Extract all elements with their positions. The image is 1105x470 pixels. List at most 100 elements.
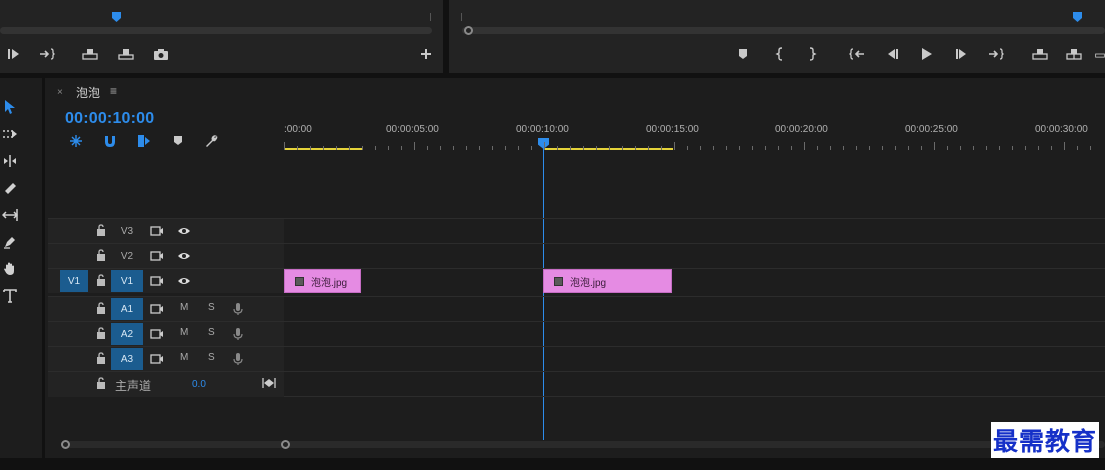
mute-button[interactable]: M (180, 302, 188, 313)
razor-tool-icon[interactable] (0, 177, 20, 199)
source-mini-ruler[interactable] (0, 10, 432, 22)
mute-button[interactable]: M (180, 352, 188, 363)
sync-lock-icon[interactable] (150, 250, 164, 262)
source-scrollbar[interactable] (0, 27, 432, 34)
track-header: V2 (48, 244, 284, 268)
microphone-icon[interactable] (233, 352, 243, 366)
zoom-handle-right[interactable] (281, 440, 290, 449)
ruler-tick (674, 142, 675, 150)
solo-button[interactable]: S (208, 352, 215, 363)
pen-tool-icon[interactable] (0, 231, 20, 253)
add-marker-icon[interactable] (733, 44, 753, 64)
tab-menu-icon[interactable]: ≡ (110, 84, 117, 98)
ruler-tick (999, 146, 1000, 150)
add-marker-icon[interactable] (169, 133, 187, 149)
lift-icon[interactable] (1030, 44, 1050, 64)
video-clip[interactable]: 泡泡.jpg (543, 269, 672, 293)
ruler-tick (1025, 146, 1026, 150)
eye-icon[interactable] (177, 250, 191, 262)
eye-icon[interactable] (177, 225, 191, 237)
sequence-tab-title[interactable]: 泡泡 (76, 84, 100, 101)
snap-magnet-icon[interactable] (101, 133, 119, 149)
solo-button[interactable]: S (208, 327, 215, 338)
ruler-tick (661, 146, 662, 150)
more-icon[interactable] (1095, 44, 1105, 64)
ruler-tick (713, 146, 714, 150)
sync-lock-icon[interactable] (150, 275, 164, 287)
ruler-tick (349, 146, 350, 150)
extract-icon[interactable] (1064, 44, 1084, 64)
track-a3: A3 M S (48, 346, 1105, 371)
step-back-icon[interactable] (882, 44, 902, 64)
program-scrollbar[interactable] (462, 27, 1105, 34)
ruler-tick (596, 146, 597, 150)
ruler-tick (310, 146, 311, 150)
track-target-v2[interactable]: V2 (111, 245, 143, 267)
zoom-handle-left[interactable] (61, 440, 70, 449)
camera-icon[interactable] (151, 44, 171, 64)
slip-tool-icon[interactable] (0, 204, 20, 226)
ruler-tick (297, 146, 298, 150)
track-header: 主声道 0.0 (48, 372, 284, 397)
step-forward-icon[interactable] (952, 44, 972, 64)
eye-icon[interactable] (177, 275, 191, 287)
playhead-timecode[interactable]: 00:00:10:00 (65, 110, 154, 128)
lock-icon[interactable] (96, 327, 106, 339)
mark-out-icon[interactable] (802, 44, 822, 64)
track-target-v3[interactable]: V3 (111, 220, 143, 242)
lock-icon[interactable] (96, 224, 106, 236)
play-button[interactable] (5, 44, 25, 64)
play-button[interactable] (916, 44, 936, 64)
track-target-a3[interactable]: A3 (111, 348, 143, 370)
sync-lock-icon[interactable] (150, 303, 164, 315)
ripple-edit-tool-icon[interactable] (0, 150, 20, 172)
type-tool-icon[interactable] (0, 285, 20, 307)
lock-icon[interactable] (96, 249, 106, 261)
mark-in-icon[interactable] (770, 44, 790, 64)
hand-tool-icon[interactable] (0, 258, 20, 280)
go-to-edit-point-icon[interactable] (262, 377, 276, 389)
video-clip[interactable]: 泡泡.jpg (284, 269, 361, 293)
overwrite-icon[interactable] (116, 44, 136, 64)
track-select-tool-icon[interactable] (0, 123, 20, 145)
track-target-a2[interactable]: A2 (111, 323, 143, 345)
ruler-tick (791, 146, 792, 150)
sync-lock-icon[interactable] (150, 225, 164, 237)
microphone-icon[interactable] (233, 327, 243, 341)
source-patch-v1[interactable]: V1 (60, 270, 88, 292)
selection-tool-icon[interactable] (0, 96, 20, 118)
microphone-icon[interactable] (233, 302, 243, 316)
ruler-tick (440, 146, 441, 150)
sync-lock-icon[interactable] (150, 353, 164, 365)
mute-button[interactable]: M (180, 327, 188, 338)
ruler-tick (1012, 146, 1013, 150)
track-target-v1[interactable]: V1 (111, 270, 143, 292)
ruler-tick (583, 146, 584, 150)
wrench-icon[interactable] (203, 133, 221, 149)
master-volume-value[interactable]: 0.0 (192, 379, 206, 390)
ruler-tick (531, 146, 532, 150)
add-button[interactable] (416, 44, 436, 64)
timeline-zoom-scrollbar[interactable] (61, 440, 1105, 450)
track-target-a1[interactable]: A1 (111, 298, 143, 320)
tab-close-icon[interactable]: × (57, 87, 63, 98)
nest-toggle-icon[interactable] (67, 133, 85, 149)
lock-icon[interactable] (96, 377, 106, 389)
lock-icon[interactable] (96, 352, 106, 364)
linked-selection-icon[interactable] (135, 133, 153, 149)
go-to-in-icon[interactable] (847, 44, 867, 64)
source-monitor (0, 0, 443, 73)
track-v1: V1 V1 泡泡.jpg 泡泡.jpg (48, 268, 1105, 293)
solo-button[interactable]: S (208, 302, 215, 313)
lock-icon[interactable] (96, 302, 106, 314)
time-ruler[interactable]: :00:00 00:00:05:00 00:00:10:00 00:00:15:… (284, 116, 1105, 156)
program-mini-ruler[interactable] (461, 10, 1105, 22)
go-to-out-icon[interactable] (37, 44, 57, 64)
ruler-tick (362, 146, 363, 150)
sync-lock-icon[interactable] (150, 328, 164, 340)
go-to-out-icon[interactable] (986, 44, 1006, 64)
insert-icon[interactable] (80, 44, 100, 64)
lock-icon[interactable] (96, 274, 106, 286)
ruler-tick (284, 142, 285, 150)
program-scroll-handle[interactable] (464, 26, 473, 35)
